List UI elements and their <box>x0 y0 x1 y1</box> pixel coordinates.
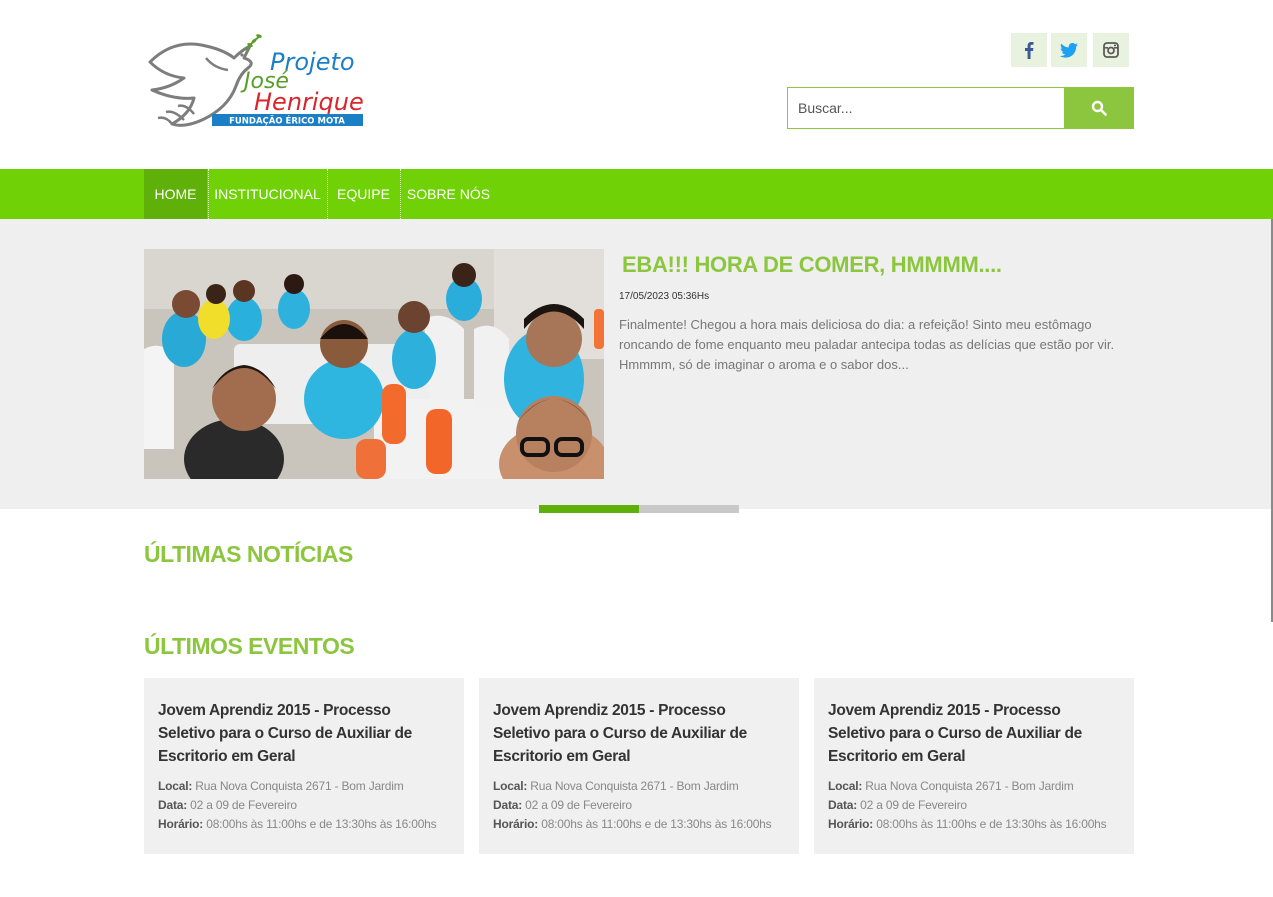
search-icon <box>1091 100 1107 116</box>
event-title[interactable]: Jovem Aprendiz 2015 - Processo Seletivo … <box>828 702 1082 765</box>
facebook-button[interactable] <box>1011 33 1047 67</box>
search-form <box>787 87 1134 129</box>
event-card: Jovem Aprendiz 2015 - Processo Seletivo … <box>814 678 1134 854</box>
event-date-value: 02 a 09 de Fevereiro <box>190 798 297 812</box>
facebook-icon <box>1025 42 1034 59</box>
slider-pagination <box>539 505 739 513</box>
main-navigation: HOME INSTITUCIONAL EQUIPE SOBRE NÓS <box>0 169 1273 219</box>
featured-slider: EBA!!! HORA DE COMER, HMMMM.... 17/05/20… <box>0 219 1271 509</box>
event-date-label: Data: <box>828 798 858 812</box>
event-date-value: 02 a 09 de Fevereiro <box>860 798 967 812</box>
events-title-bold: EVENTOS <box>248 633 355 659</box>
event-date: Data: 02 a 09 de Fevereiro <box>828 796 1120 815</box>
event-details: Local: Rua Nova Conquista 2671 - Bom Jar… <box>828 777 1120 834</box>
event-time-value: 08:00hs às 11:00hs e de 13:30hs às 16:00… <box>541 817 772 831</box>
event-local-label: Local: <box>828 779 863 793</box>
event-title[interactable]: Jovem Aprendiz 2015 - Processo Seletivo … <box>493 702 747 765</box>
event-card: Jovem Aprendiz 2015 - Processo Seletivo … <box>144 678 464 854</box>
nav-item-institucional[interactable]: INSTITUCIONAL <box>208 169 327 219</box>
event-details: Local: Rua Nova Conquista 2671 - Bom Jar… <box>493 777 785 834</box>
dove-logo-icon: Projeto José Henrique FUNDAÇÃO ÉRICO MOT… <box>148 34 364 127</box>
event-date-label: Data: <box>493 798 523 812</box>
event-local: Local: Rua Nova Conquista 2671 - Bom Jar… <box>828 777 1120 796</box>
event-time: Horário: 08:00hs às 11:00hs e de 13:30hs… <box>828 815 1120 834</box>
slider-dot-2[interactable] <box>639 505 739 513</box>
instagram-icon <box>1103 42 1119 58</box>
event-card: Jovem Aprendiz 2015 - Processo Seletivo … <box>479 678 799 854</box>
site-logo[interactable]: Projeto José Henrique FUNDAÇÃO ÉRICO MOT… <box>144 28 366 130</box>
news-title-light: ÚLTIMAS <box>144 541 247 567</box>
event-date-label: Data: <box>158 798 188 812</box>
event-date-value: 02 a 09 de Fevereiro <box>525 798 632 812</box>
event-local: Local: Rua Nova Conquista 2671 - Bom Jar… <box>493 777 785 796</box>
slide-title[interactable]: EBA!!! HORA DE COMER, HMMMM.... <box>622 252 1002 278</box>
event-time-value: 08:00hs às 11:00hs e de 13:30hs às 16:00… <box>876 817 1107 831</box>
slide-date: 17/05/2023 05:36Hs <box>619 291 710 302</box>
search-input[interactable] <box>787 87 1065 129</box>
event-time-label: Horário: <box>493 817 539 831</box>
event-local-value: Rua Nova Conquista 2671 - Bom Jardim <box>530 779 739 793</box>
logo-subtitle: FUNDAÇÃO ÉRICO MOTA <box>229 115 345 127</box>
children-eating-photo <box>144 249 604 479</box>
instagram-button[interactable] <box>1093 33 1129 67</box>
slide-photo[interactable] <box>144 249 604 479</box>
event-date: Data: 02 a 09 de Fevereiro <box>158 796 450 815</box>
event-time: Horário: 08:00hs às 11:00hs e de 13:30hs… <box>158 815 450 834</box>
event-local-value: Rua Nova Conquista 2671 - Bom Jardim <box>865 779 1074 793</box>
event-time-label: Horário: <box>828 817 874 831</box>
event-time: Horário: 08:00hs às 11:00hs e de 13:30hs… <box>493 815 785 834</box>
logo-line3: Henrique <box>254 88 364 116</box>
event-date: Data: 02 a 09 de Fevereiro <box>493 796 785 815</box>
nav-item-sobre-nos[interactable]: SOBRE NÓS <box>400 169 497 219</box>
event-local-label: Local: <box>158 779 193 793</box>
news-section-title: ÚLTIMAS NOTÍCIAS <box>144 541 353 568</box>
twitter-icon <box>1060 42 1078 58</box>
event-local-value: Rua Nova Conquista 2671 - Bom Jardim <box>195 779 404 793</box>
events-title-light: ÚLTIMOS <box>144 633 249 659</box>
twitter-button[interactable] <box>1051 33 1087 67</box>
slider-dot-1[interactable] <box>539 505 639 513</box>
events-section-title: ÚLTIMOS EVENTOS <box>144 633 355 660</box>
slide-excerpt: Finalmente! Chegou a hora mais deliciosa… <box>619 317 1115 372</box>
site-header: Projeto José Henrique FUNDAÇÃO ÉRICO MOT… <box>0 0 1273 169</box>
event-details: Local: Rua Nova Conquista 2671 - Bom Jar… <box>158 777 450 834</box>
nav-item-home[interactable]: HOME <box>144 169 207 219</box>
news-title-bold: NOTÍCIAS <box>246 541 353 567</box>
event-local-label: Local: <box>493 779 528 793</box>
event-time-value: 08:00hs às 11:00hs e de 13:30hs às 16:00… <box>206 817 437 831</box>
event-time-label: Horário: <box>158 817 204 831</box>
search-button[interactable] <box>1064 87 1134 129</box>
event-title[interactable]: Jovem Aprendiz 2015 - Processo Seletivo … <box>158 702 412 765</box>
event-local: Local: Rua Nova Conquista 2671 - Bom Jar… <box>158 777 450 796</box>
nav-item-equipe[interactable]: EQUIPE <box>328 169 399 219</box>
